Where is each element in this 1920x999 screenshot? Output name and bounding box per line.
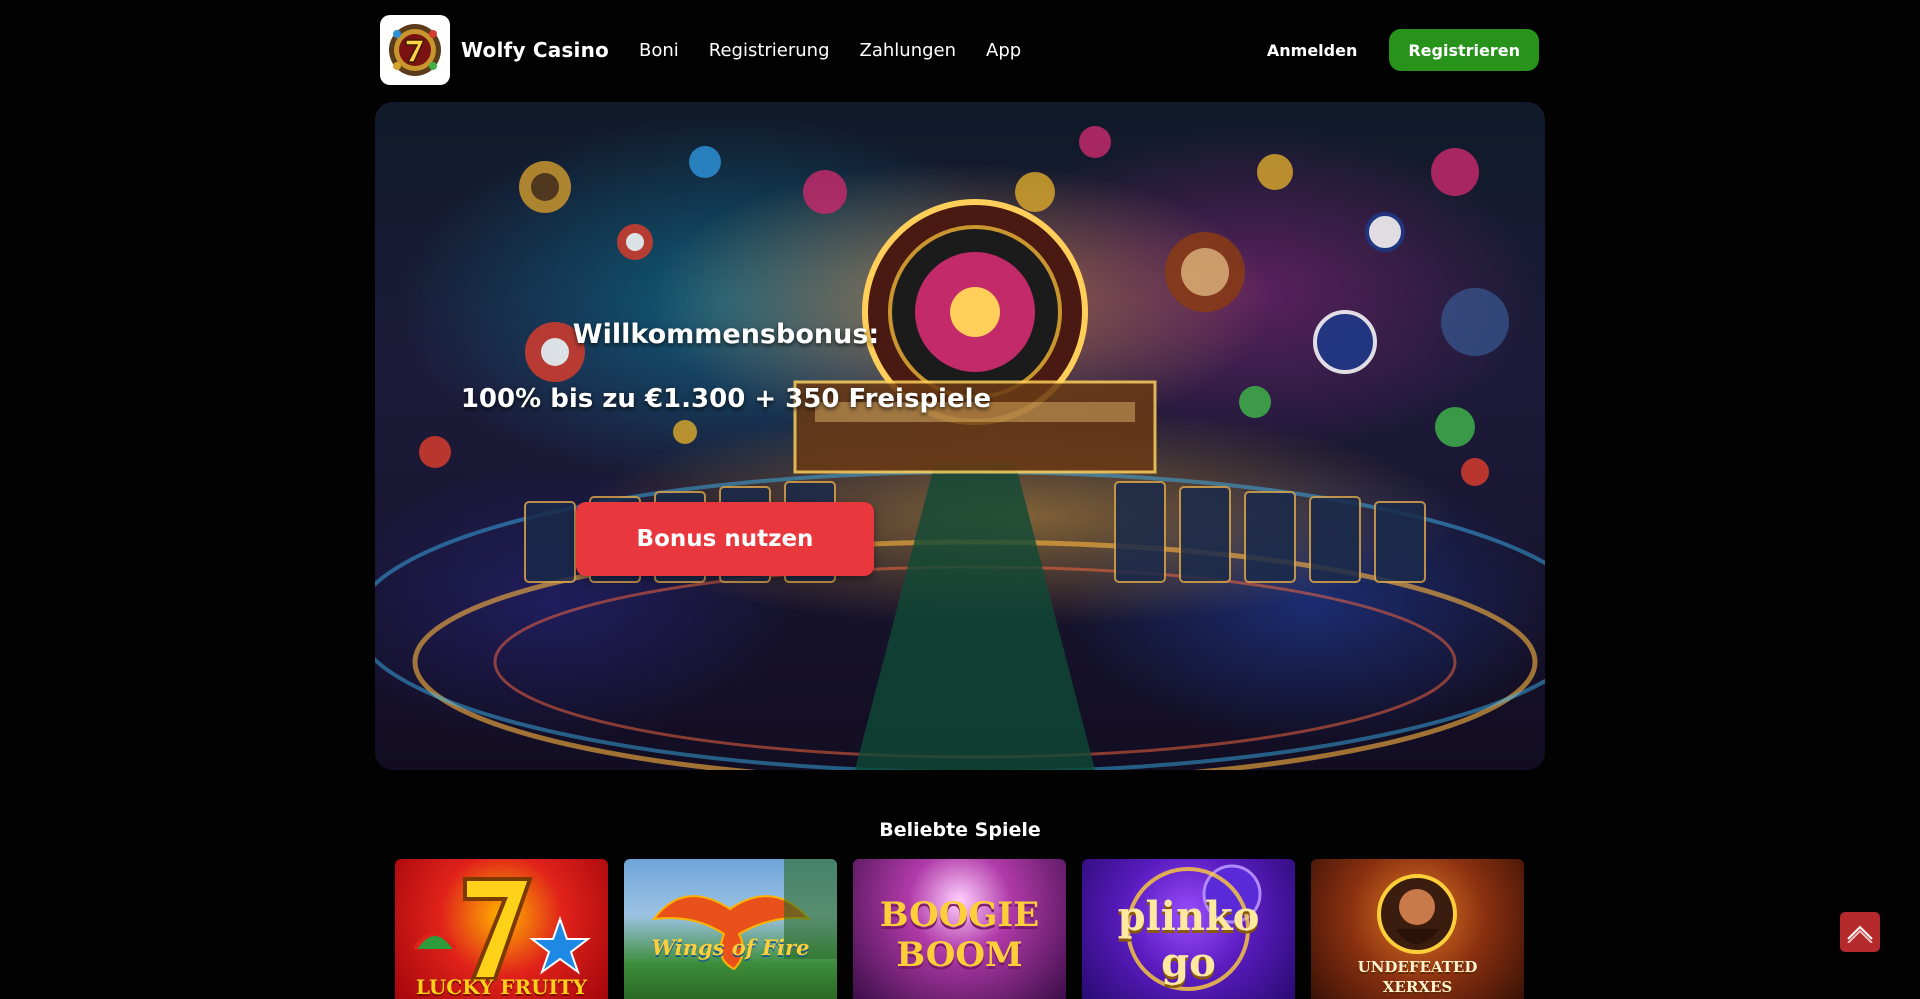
game-name: UNDEFEATED XERXES — [1357, 958, 1478, 996]
scroll-top-button[interactable] — [1840, 912, 1880, 952]
register-button[interactable]: Registrieren — [1389, 29, 1539, 71]
nav-item-app[interactable]: App — [986, 40, 1021, 61]
game-card-plinko-go[interactable]: plinko go — [1082, 859, 1295, 999]
popular-games-title: Beliebte Spiele — [879, 819, 1041, 841]
hero-banner: Willkommensbonus: 100% bis zu €1.300 + 3… — [375, 102, 1545, 770]
chevron-up-icon — [1847, 925, 1873, 943]
bonus-cta-button[interactable]: Bonus nutzen — [576, 502, 874, 576]
nav-item-boni[interactable]: Boni — [639, 40, 679, 61]
bonus-offer: 100% bis zu €1.300 + 350 Freispiele — [460, 384, 992, 414]
popular-games-list: LUCKY FRUITY Wings of Fire BOOGIE BOOM p… — [395, 859, 1525, 999]
game-name: LUCKY FRUITY — [415, 975, 588, 999]
site-header: Wolfy Casino Boni Registrierung Zahlunge… — [380, 15, 1539, 85]
lucky-seven-logo-icon — [389, 24, 441, 76]
login-link[interactable]: Anmelden — [1267, 41, 1357, 60]
nav-item-zahlungen[interactable]: Zahlungen — [860, 40, 957, 61]
game-card-undefeated-xerxes[interactable]: UNDEFEATED XERXES — [1311, 859, 1524, 999]
game-card-wings-of-fire[interactable]: Wings of Fire — [624, 859, 837, 999]
game-card-boogie-boom[interactable]: BOOGIE BOOM — [853, 859, 1066, 999]
game-card-lucky-fruity[interactable]: LUCKY FRUITY — [395, 859, 608, 999]
brand-name[interactable]: Wolfy Casino — [461, 38, 609, 62]
game-name: plinko go — [1117, 893, 1260, 986]
main-nav: Boni Registrierung Zahlungen App — [639, 40, 1021, 61]
logo-icon[interactable] — [380, 15, 450, 85]
wings-of-fire-art — [651, 859, 837, 971]
casino-scene-illustration — [375, 126, 1545, 770]
nav-item-registrierung[interactable]: Registrierung — [709, 40, 830, 61]
bonus-title: Willkommensbonus: — [572, 319, 880, 350]
game-name: BOOGIE BOOM — [879, 895, 1040, 975]
game-name: Wings of Fire — [651, 935, 810, 960]
